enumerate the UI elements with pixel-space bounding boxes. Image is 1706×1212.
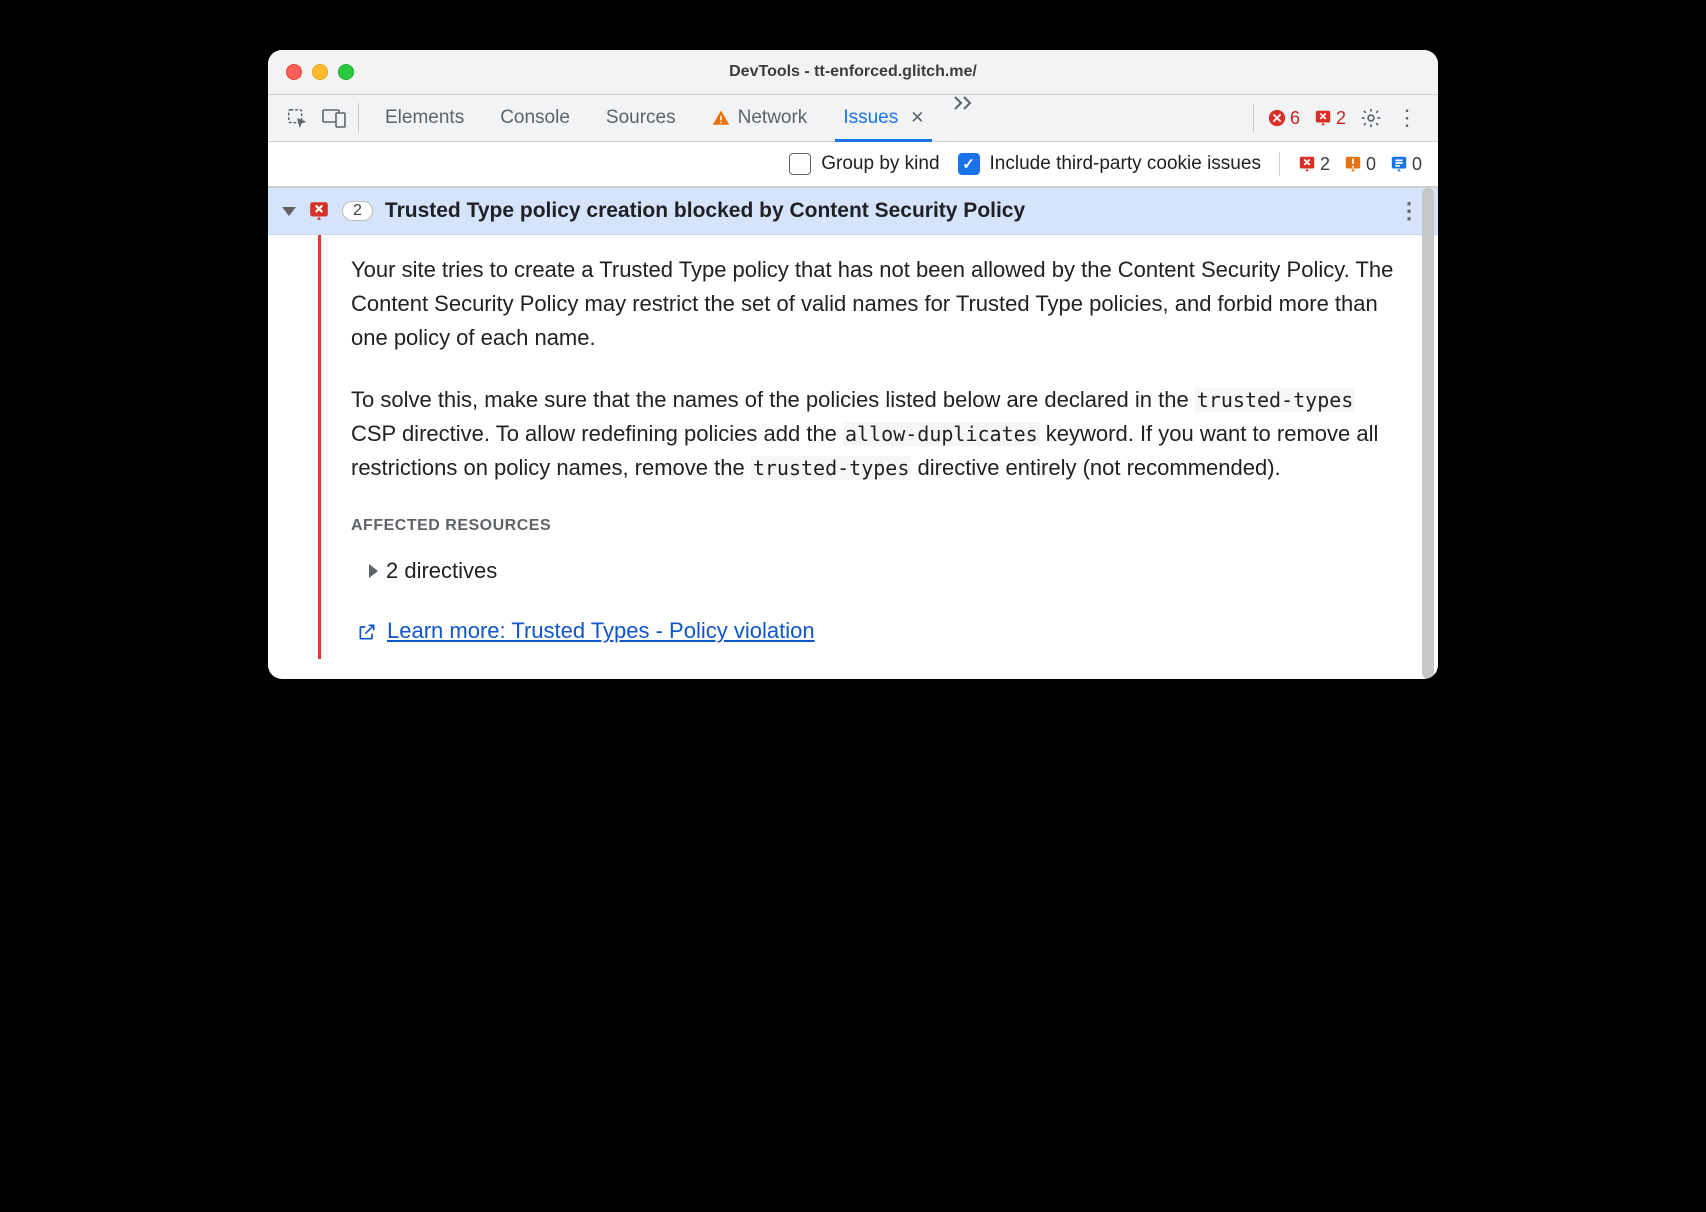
error-count[interactable]: 6 — [1268, 108, 1300, 129]
more-tabs-button[interactable] — [942, 95, 984, 141]
info-flag-icon — [1390, 155, 1408, 173]
scrollbar[interactable] — [1420, 188, 1436, 679]
group-by-kind-checkbox[interactable]: Group by kind — [789, 153, 939, 175]
traffic-lights — [286, 64, 354, 80]
checkbox-label: Group by kind — [821, 153, 939, 175]
affected-directives-row[interactable]: 2 directives — [369, 554, 1398, 588]
text: directive entirely (not recommended). — [911, 455, 1280, 480]
collapse-icon — [282, 207, 296, 216]
count-value: 0 — [1412, 154, 1422, 175]
tab-sources[interactable]: Sources — [588, 95, 694, 141]
errors-filter[interactable]: 2 — [1298, 154, 1330, 175]
error-count-value: 6 — [1290, 108, 1300, 129]
device-toolbar-icon[interactable] — [322, 108, 346, 128]
learn-more-text: Learn more: Trusted Types - Policy viola… — [387, 614, 815, 648]
error-circle-icon — [1268, 109, 1286, 127]
issues-filter-bar: Group by kind Include third-party cookie… — [268, 142, 1438, 188]
warnings-filter[interactable]: 0 — [1344, 154, 1376, 175]
tab-network[interactable]: Network — [694, 95, 826, 141]
info-filter[interactable]: 0 — [1390, 154, 1422, 175]
window-maximize-button[interactable] — [338, 64, 354, 80]
learn-more-link[interactable]: Learn more: Trusted Types - Policy viola… — [357, 614, 1398, 648]
window-close-button[interactable] — [286, 64, 302, 80]
panel-tabstrip: Elements Console Sources Network Issues … — [268, 95, 1438, 142]
checkbox-icon — [789, 153, 811, 175]
issues-count[interactable]: 2 — [1314, 108, 1346, 129]
titlebar: DevTools - tt-enforced.glitch.me/ — [268, 50, 1438, 95]
tab-label: Console — [500, 107, 570, 129]
tab-label: Network — [738, 107, 808, 129]
issue-flag-icon — [1314, 109, 1332, 127]
tab-issues[interactable]: Issues ✕ — [825, 95, 942, 141]
directives-count-label: 2 directives — [386, 554, 497, 588]
issue-description-paragraph: To solve this, make sure that the names … — [351, 383, 1398, 485]
count-value: 2 — [1320, 154, 1330, 175]
code-snippet: trusted-types — [751, 456, 912, 480]
window-minimize-button[interactable] — [312, 64, 328, 80]
tab-label: Issues — [843, 107, 898, 129]
issues-pane: 2 Trusted Type policy creation blocked b… — [268, 188, 1438, 679]
tab-console[interactable]: Console — [482, 95, 588, 141]
error-flag-icon — [1298, 155, 1316, 173]
expand-icon — [369, 564, 378, 578]
issue-occurrence-count: 2 — [342, 201, 373, 221]
issue-description-paragraph: Your site tries to create a Trusted Type… — [351, 253, 1398, 355]
text: To solve this, make sure that the names … — [351, 387, 1195, 412]
warning-icon — [712, 109, 730, 127]
issue-title: Trusted Type policy creation blocked by … — [385, 199, 1382, 223]
kebab-menu-icon[interactable]: ⋮ — [1396, 107, 1418, 129]
inspect-element-icon[interactable] — [286, 107, 308, 129]
settings-icon[interactable] — [1360, 107, 1382, 129]
external-link-icon — [357, 622, 377, 642]
tab-elements[interactable]: Elements — [367, 95, 482, 141]
issue-severity-counts: 2 0 0 — [1298, 154, 1422, 175]
devtools-window: DevTools - tt-enforced.glitch.me/ Elemen… — [268, 50, 1438, 679]
count-value: 0 — [1366, 154, 1376, 175]
checkbox-label: Include third-party cookie issues — [990, 153, 1261, 175]
issue-header[interactable]: 2 Trusted Type policy creation blocked b… — [268, 188, 1438, 235]
code-snippet: allow-duplicates — [843, 422, 1040, 446]
close-icon[interactable]: ✕ — [910, 108, 924, 128]
code-snippet: trusted-types — [1195, 388, 1356, 412]
scrollbar-thumb[interactable] — [1422, 188, 1434, 679]
checkbox-checked-icon — [958, 153, 980, 175]
warning-flag-icon — [1344, 155, 1362, 173]
text: CSP directive. To allow redefining polic… — [351, 421, 843, 446]
include-third-party-checkbox[interactable]: Include third-party cookie issues — [958, 153, 1261, 175]
affected-resources-label: AFFECTED RESOURCES — [351, 514, 1398, 539]
window-title: DevTools - tt-enforced.glitch.me/ — [268, 63, 1438, 81]
tab-label: Elements — [385, 107, 464, 129]
tabs: Elements Console Sources Network Issues … — [359, 95, 1253, 141]
tab-label: Sources — [606, 107, 676, 129]
issues-count-value: 2 — [1336, 108, 1346, 129]
issue-body: Your site tries to create a Trusted Type… — [318, 235, 1438, 659]
error-flag-icon — [308, 200, 330, 222]
divider — [1279, 152, 1280, 176]
